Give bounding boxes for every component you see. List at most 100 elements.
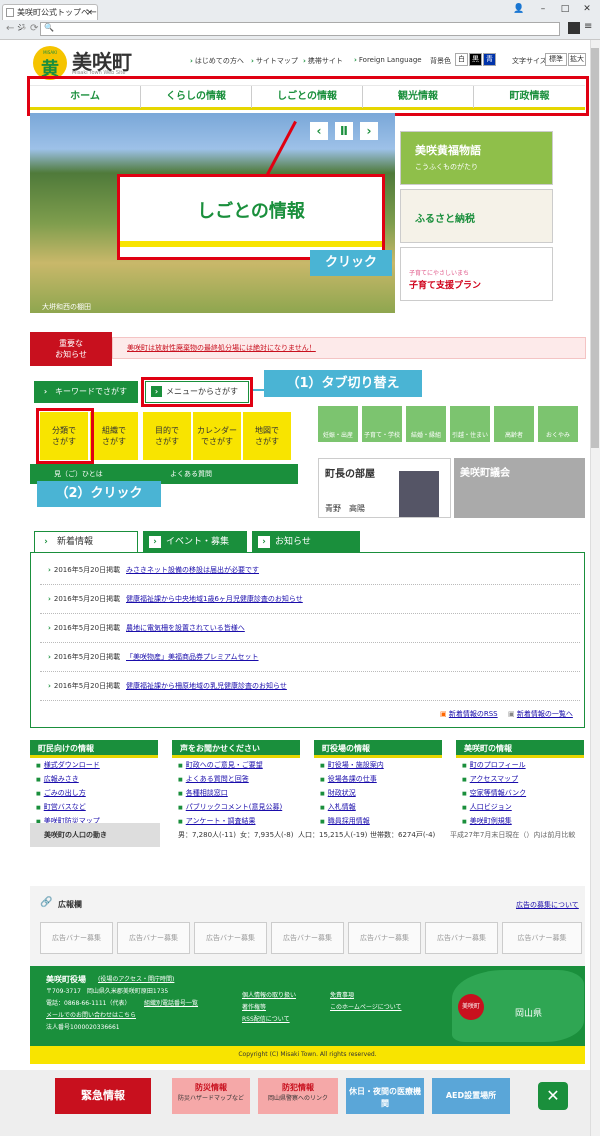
util-link-sitemap[interactable]: サイトマップ	[251, 56, 298, 66]
page-icon	[6, 8, 14, 17]
faq-link[interactable]: よくある質問	[170, 464, 212, 484]
util-link-foreign[interactable]: Foreign Language	[354, 56, 422, 64]
map-prefecture: 岡山県	[515, 1009, 543, 1019]
extension-icon[interactable]	[568, 22, 580, 34]
life-icon-pregnancy[interactable]: 妊娠・出産	[318, 406, 358, 442]
browser-tab[interactable]: 美咲町公式トップページ ✕	[2, 4, 98, 32]
ad-slot[interactable]: 広告バナー募集	[348, 922, 421, 954]
footer-privacy-link[interactable]: 個人情報の取り扱い	[242, 990, 296, 1001]
bg-black-button[interactable]: 黒	[469, 53, 482, 66]
footer-about-link[interactable]: このホームページについて	[330, 1002, 402, 1013]
mayor-room-banner[interactable]: 町長の部屋 青野 高陽	[318, 458, 451, 518]
highlight-menu-tab	[141, 377, 253, 407]
close-tab-icon[interactable]: ✕	[86, 5, 93, 20]
footer-phone-directory[interactable]: 組織別電話番号一覧	[144, 998, 198, 1009]
footer-rss-link[interactable]: RSS配信について	[242, 1014, 290, 1025]
tab-new-info[interactable]: 新着情報	[34, 531, 138, 553]
callout-click-hero: クリック	[310, 250, 392, 276]
emergency-aed[interactable]: AED設置場所	[432, 1078, 510, 1114]
important-news-bar: 美咲町は放射性廃棄物の最終処分場には絶対になりません！	[112, 337, 586, 359]
font-large-button[interactable]: 拡大	[568, 53, 586, 66]
news-link[interactable]: 農地に電気柵を設置されている皆様へ	[126, 614, 245, 642]
emergency-crime[interactable]: 防犯情報 岡山県警察へのリンク	[258, 1078, 338, 1114]
search-icon: 🔍	[44, 23, 54, 32]
council-banner[interactable]: 美咲町議会	[454, 458, 585, 518]
ad-slot[interactable]: 広告バナー募集	[40, 922, 113, 954]
news-link[interactable]: 健康福祉課から柵原地域の乳児健康診査のお知らせ	[126, 672, 287, 700]
bg-blue-button[interactable]: 青	[483, 53, 496, 66]
search-by-calendar-button[interactable]: カレンダー でさがす	[193, 412, 241, 460]
ad-slot[interactable]: 広告バナー募集	[425, 922, 498, 954]
column-office: 町役場の情報 町役場・施設案内 役場各課の仕事 財政状況 入札情報 職員採用情報	[314, 740, 442, 830]
footer-disclaimer-link[interactable]: 免責事項	[330, 990, 354, 1001]
address-bar[interactable]: 🔍	[40, 22, 560, 36]
important-news-label-text: 重要な お知らせ	[55, 339, 87, 359]
pause-icon[interactable]: Ⅱ	[335, 122, 353, 140]
important-news-link[interactable]: 美咲町は放射性廃棄物の最終処分場には絶対になりません！	[127, 344, 316, 352]
emergency-main[interactable]: 緊急情報	[55, 1078, 151, 1114]
footer-tel: 電話：0868-66-1111（代表）	[46, 1000, 131, 1007]
banner-furusato[interactable]: ふるさと納税	[400, 189, 553, 243]
ad-slot[interactable]: 広告バナー募集	[194, 922, 267, 954]
footer-mail-link[interactable]: メールでのお問い合わせはこちら	[46, 1010, 136, 1021]
menu-icon[interactable]: ≡	[584, 21, 592, 32]
population-men: 男：7,280人(-11)	[178, 831, 236, 839]
search-by-map-button[interactable]: 地図で さがす	[243, 412, 291, 460]
life-icon-marriage[interactable]: 結婚・縁組	[406, 406, 446, 442]
banner-kosodate[interactable]: 子育てにやさしいまち 子育て支援プラン	[400, 247, 553, 301]
back-icon[interactable]: ←	[6, 23, 14, 34]
news-link[interactable]: 健康福祉課から中央地域1歳6ヶ月児健康診査のお知らせ	[126, 585, 303, 613]
minimize-icon[interactable]: –	[532, 2, 554, 16]
highlight-gnav	[27, 76, 589, 116]
tab-notices[interactable]: お知らせ	[252, 531, 360, 553]
news-link[interactable]: みさきネット設備の移設は届出が必要です	[126, 556, 259, 584]
population-women: 女：7,935人(-8)	[240, 831, 294, 839]
next-slide-icon[interactable]: ›	[360, 122, 378, 140]
search-by-organization-button[interactable]: 組織で さがす	[90, 412, 138, 460]
prev-slide-icon[interactable]: ‹	[310, 122, 328, 140]
search-by-purpose-button[interactable]: 目的で さがす	[143, 412, 191, 460]
logo-mark[interactable]: MISAKI 黄	[33, 46, 67, 80]
forward-icon[interactable]: →	[18, 23, 26, 34]
life-icon-elderly[interactable]: 高齢者	[494, 406, 534, 442]
close-emergency-button[interactable]: ✕	[538, 1082, 568, 1110]
close-window-icon[interactable]: ✕	[576, 2, 598, 16]
reload-icon[interactable]: ⟳	[30, 23, 38, 34]
population-total: 人口：15,215人(-19)	[298, 831, 368, 839]
bg-white-button[interactable]: 白	[455, 53, 468, 66]
ad-slot[interactable]: 広告バナー募集	[271, 922, 344, 954]
ad-slot[interactable]: 広告バナー募集	[502, 922, 582, 954]
user-icon[interactable]: 👤	[508, 2, 530, 16]
footer-address: 〒709-3717 岡山県久米郡美咲町原田1735	[46, 988, 169, 995]
ad-label: 広報欄	[58, 900, 82, 909]
emergency-disaster[interactable]: 防災情報 防災ハザードマップなど	[172, 1078, 250, 1114]
news-link[interactable]: 「美咲物産」美福商品券プレミアムセット	[126, 643, 259, 671]
util-link-beginners[interactable]: はじめての方へ	[190, 56, 244, 66]
banner-kofuku[interactable]: 美咲黄福物語 こうふくものがたり	[400, 131, 553, 185]
font-size-label: 文字サイズ	[512, 57, 547, 65]
scrollbar-thumb[interactable]	[591, 48, 599, 448]
tab-keyword-search[interactable]: キーワードでさがす	[34, 381, 138, 403]
column-residents: 町民向けの情報 様式ダウンロード 広報みさき ごみの出し方 町営バスなど 美咲町…	[30, 740, 158, 830]
browser-chrome: 美咲町公式トップページ ✕ 👤 – □ ✕ ← → ⟳ 🔍 ≡	[0, 0, 600, 40]
highlight-hero-card	[117, 174, 385, 260]
maximize-icon[interactable]: □	[554, 2, 576, 16]
callout-tab-switch: （1）タブ切り替え	[264, 370, 422, 397]
tab-events[interactable]: イベント・募集	[143, 531, 247, 553]
life-icon-school[interactable]: 子育て・学校	[362, 406, 402, 442]
util-link-mobile[interactable]: 携帯サイト	[303, 56, 343, 66]
important-news-label: 重要な お知らせ	[30, 332, 112, 366]
news-list-link[interactable]: ▣ 新着情報の一覧へ	[508, 709, 573, 719]
footer-copyright-link[interactable]: 著作権等	[242, 1002, 266, 1013]
ad-slot[interactable]: 広告バナー募集	[117, 922, 190, 954]
bg-label: 背景色	[430, 57, 451, 65]
footer-corp-number: 法人番号1000020336661	[46, 1024, 120, 1031]
footer-access-link[interactable]: (役場のアクセス・開庁時間)	[98, 974, 174, 985]
life-icon-condolence[interactable]: おくやみ	[538, 406, 578, 442]
emergency-medical[interactable]: 休日・夜間の医療機関	[346, 1078, 424, 1114]
population-label: 美咲町の人口の動き	[30, 823, 160, 847]
list-icon: ▣	[508, 710, 515, 718]
rss-link[interactable]: ▣ 新着情報のRSS	[440, 709, 498, 719]
font-standard-button[interactable]: 標準	[545, 53, 567, 66]
life-icon-moving[interactable]: 引越・住まい	[450, 406, 490, 442]
